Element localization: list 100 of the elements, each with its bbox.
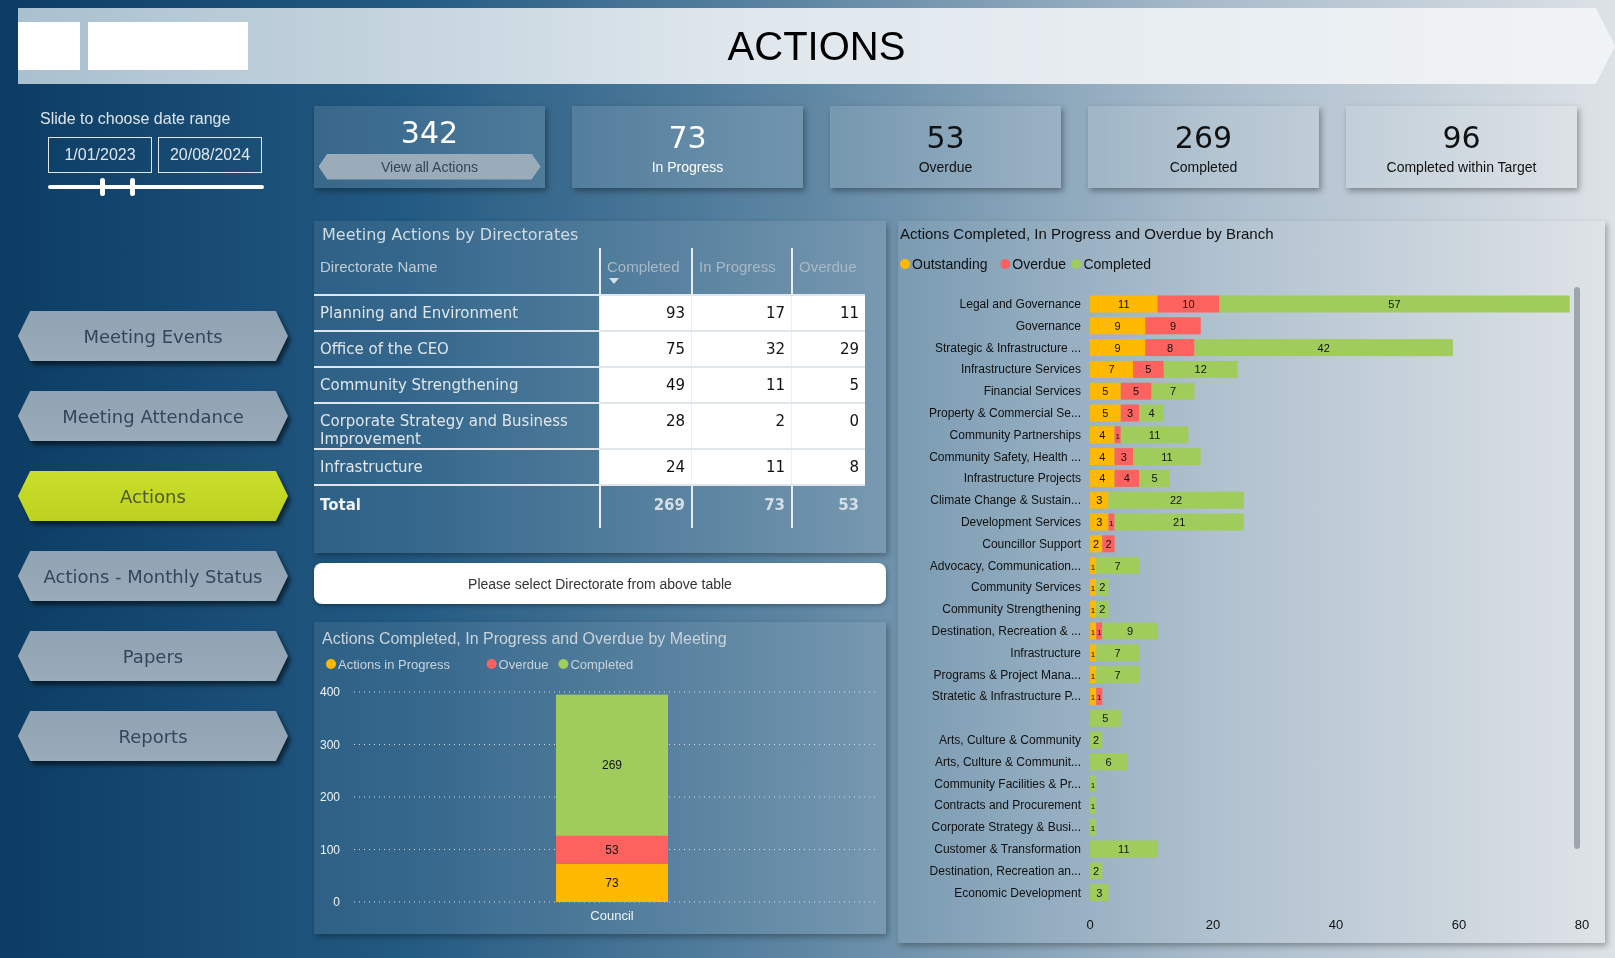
data-label: 2: [1093, 734, 1100, 746]
nav-button[interactable]: Papers: [18, 631, 288, 681]
scrollbar[interactable]: [1574, 287, 1580, 849]
data-label: 7: [1114, 668, 1121, 681]
category-label: Contracts and Procurement: [934, 798, 1081, 813]
category-label: Council: [590, 908, 634, 923]
category-label: Councillor Support: [982, 536, 1081, 551]
data-label: 21: [1173, 516, 1186, 528]
category-label: Arts, Culture & Community: [938, 733, 1081, 747]
data-label: 3: [1096, 494, 1103, 507]
data-label: 2: [1099, 581, 1106, 594]
data-label: 11: [1118, 298, 1130, 310]
data-label: 1: [1115, 431, 1120, 441]
slider-handle[interactable]: [100, 178, 105, 196]
category-label: Infrastructure Projects: [963, 471, 1081, 486]
data-label: 1: [1109, 519, 1114, 528]
table-cell-text: Planning and Environment: [319, 303, 520, 324]
data-label: 53: [605, 842, 619, 857]
table-cell: 5: [791, 368, 865, 402]
data-label: 4: [1123, 472, 1130, 485]
data-label: 3: [1096, 516, 1103, 528]
table-cell: 8: [791, 450, 865, 484]
category-label: Legal and Governance: [959, 297, 1081, 311]
table-cell: 0: [791, 404, 865, 448]
data-label: 269: [602, 758, 622, 773]
category-label: Community Strengthening: [942, 602, 1081, 617]
bar-segment: [1090, 884, 1109, 902]
bar-segment: [1090, 448, 1115, 466]
table-cell: 11: [691, 368, 791, 402]
kpi-value: 96: [1442, 119, 1481, 155]
column-header[interactable]: Directorate Name: [314, 248, 599, 294]
bar-segment: [1090, 818, 1097, 836]
category-label: Corporate Strategy & Busi...: [931, 820, 1081, 835]
end-date-field[interactable]: 20/08/2024: [158, 137, 262, 173]
nav-button[interactable]: Reports: [18, 711, 288, 761]
legend-label: Overdue: [498, 657, 549, 672]
start-date-field[interactable]: 1/01/2023: [48, 137, 152, 173]
data-label: 5: [1102, 712, 1109, 725]
nav-button[interactable]: Meeting Events: [18, 311, 288, 361]
data-label: 1: [1090, 649, 1096, 659]
bar-segment: [1090, 339, 1146, 357]
data-label: 9: [1114, 319, 1121, 332]
page-title: ACTIONS: [727, 23, 906, 69]
bar-segment: [1090, 317, 1146, 335]
table-cell: 24: [599, 450, 691, 484]
table-cell: 28: [599, 404, 691, 448]
bar-segment: [1145, 317, 1201, 335]
table-cell-text: Corporate Strategy and Business Improvement: [319, 411, 569, 448]
nav-button[interactable]: Actions - Monthly Status: [18, 551, 288, 601]
data-label: 9: [1126, 625, 1134, 637]
kpi-label: Completed within Target: [1386, 158, 1537, 175]
data-label: 6: [1105, 755, 1112, 768]
axis-label: 300: [319, 737, 340, 752]
data-label: 1: [1090, 693, 1096, 703]
kpi-label: In Progress: [651, 158, 724, 175]
data-label: 4: [1148, 407, 1155, 419]
kpi-label: Completed: [1169, 158, 1238, 175]
axis-label: 80: [1574, 917, 1590, 932]
category-label: Property & Commercial Se...: [928, 406, 1081, 420]
kpi-value: 73: [668, 119, 707, 155]
data-label: 22: [1169, 494, 1183, 507]
data-label: 4: [1099, 450, 1106, 463]
total-cell-text: Total: [319, 495, 362, 516]
data-label: 9: [1114, 341, 1121, 354]
kpi-label: Overdue: [918, 158, 973, 175]
logo-placeholder: [18, 22, 80, 70]
category-label: Arts, Culture & Communit...: [934, 754, 1081, 769]
data-label: 5: [1102, 407, 1109, 419]
view-all-button[interactable]: View all Actions: [318, 153, 541, 180]
data-label: 2: [1093, 537, 1100, 550]
category-label: Community Partnerships: [949, 427, 1081, 442]
category-label: Community Safety, Health ...: [929, 449, 1081, 464]
axis-label: 0: [333, 895, 340, 909]
bar-segment: [1090, 840, 1158, 858]
chart-title: Actions Completed, In Progress and Overdue by Meeting: [322, 630, 727, 647]
table-cell: 32: [691, 332, 791, 366]
data-label: 4: [1099, 472, 1106, 485]
nav-button[interactable]: Actions: [18, 471, 288, 521]
data-label: 42: [1317, 341, 1330, 354]
category-label: Stratetic & Infrastructure P...: [931, 689, 1081, 704]
info-message: Please select Directorate from above table: [314, 563, 886, 604]
data-label: 9: [1169, 319, 1177, 332]
category-label: Governance: [1015, 318, 1081, 333]
data-label: 12: [1194, 363, 1207, 376]
axis-label: 0: [1086, 917, 1094, 932]
nav-button[interactable]: Meeting Attendance: [18, 391, 288, 441]
axis-label: 20: [1205, 917, 1221, 932]
table-cell: 75: [599, 332, 691, 366]
category-label: Strategic & Infrastructure ...: [934, 340, 1081, 355]
axis-label: 100: [319, 842, 340, 857]
category-label: Development Services: [960, 515, 1081, 529]
data-label: 1: [1090, 802, 1096, 812]
legend-label: Actions in Progress: [338, 657, 450, 672]
category-label: Destination, Recreation & ...: [931, 624, 1081, 638]
bar-segment: [1090, 709, 1121, 727]
bar-segment: [1090, 753, 1127, 771]
slider-handle[interactable]: [130, 178, 136, 196]
data-label: 1: [1097, 693, 1102, 703]
table-cell: 93: [599, 296, 691, 330]
legend-label: Completed: [1083, 256, 1152, 272]
